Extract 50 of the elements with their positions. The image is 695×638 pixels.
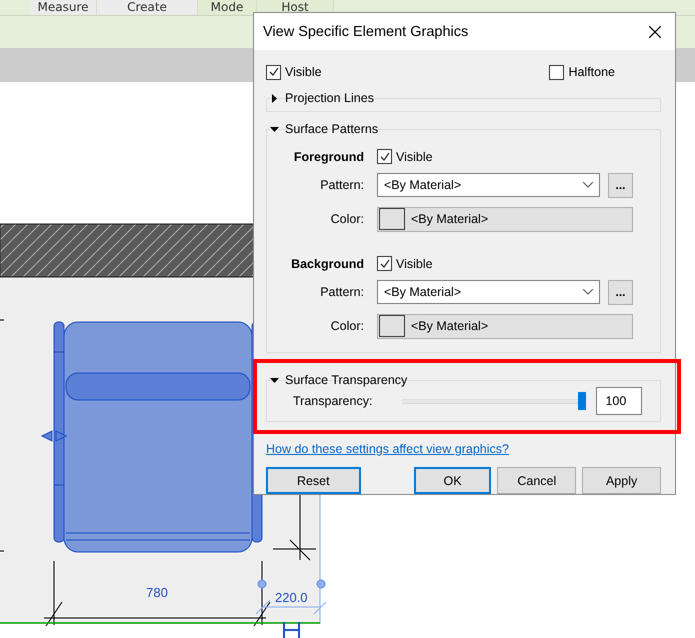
dialog-title: View Specific Element Graphics [263,24,468,40]
checkbox[interactable] [377,256,392,271]
temporary-dimension[interactable] [256,494,326,624]
flip-arrow-icon[interactable] [56,430,68,442]
dialog-button[interactable]: Reset [266,467,361,494]
field-label: Color: [330,211,365,228]
color-button[interactable]: <By Material> [377,206,633,232]
field-label: Transparency: [293,394,372,408]
dimension-mark [283,621,300,638]
slider-thumb[interactable] [578,392,586,410]
group-heading: Foreground [292,148,365,166]
section-header[interactable]: Projection Lines [285,91,374,105]
browse-button[interactable]: ... [608,172,633,198]
help-link[interactable]: How do these settings affect view graphics? [266,442,509,456]
color-button[interactable]: <By Material> [377,314,633,338]
dialog-button[interactable]: OK [414,467,492,494]
dialog-button[interactable]: Cancel [497,467,576,494]
field-label: Color: [330,318,365,335]
dialog-button[interactable]: Apply [582,467,662,494]
section-header[interactable]: Surface Transparency [285,373,408,387]
close-icon[interactable] [649,26,661,38]
checkbox-label: Visible [396,150,433,164]
chevron-down-icon [583,289,593,295]
field-label: Pattern: [319,284,365,301]
group-heading: Background [290,256,365,273]
ribbon-tab[interactable]: Measure [30,0,97,15]
checkbox-label: Halftone [568,65,615,79]
chevron-down-icon [583,182,593,188]
expand-triangle-icon[interactable] [270,94,279,102]
browse-button[interactable]: ... [608,280,633,304]
collapse-triangle-icon[interactable] [270,376,279,384]
ribbon-tab[interactable]: Create [97,0,198,15]
checkbox-label: Visible [396,256,433,270]
pattern-dropdown[interactable]: <By Material> [377,173,600,197]
grip-handle[interactable] [316,580,326,588]
grip-handle[interactable] [258,580,266,588]
flip-arrow-icon[interactable] [40,430,52,442]
checkbox[interactable] [549,64,564,80]
dimension-label[interactable]: 220.0 [275,590,308,605]
checkbox[interactable] [266,64,281,80]
section-header[interactable]: Surface Patterns [285,122,378,136]
checkbox-label: Visible [285,65,322,79]
field-label: Pattern: [319,177,365,194]
checkbox[interactable] [377,149,392,164]
dimension-label: 780 [146,585,168,600]
reference-line [272,494,316,560]
pattern-dropdown[interactable]: <By Material> [377,280,600,304]
ribbon-tab[interactable]: Mode [198,0,257,15]
collapse-triangle-icon[interactable] [270,124,279,134]
transparency-field[interactable]: 100 [596,387,642,415]
